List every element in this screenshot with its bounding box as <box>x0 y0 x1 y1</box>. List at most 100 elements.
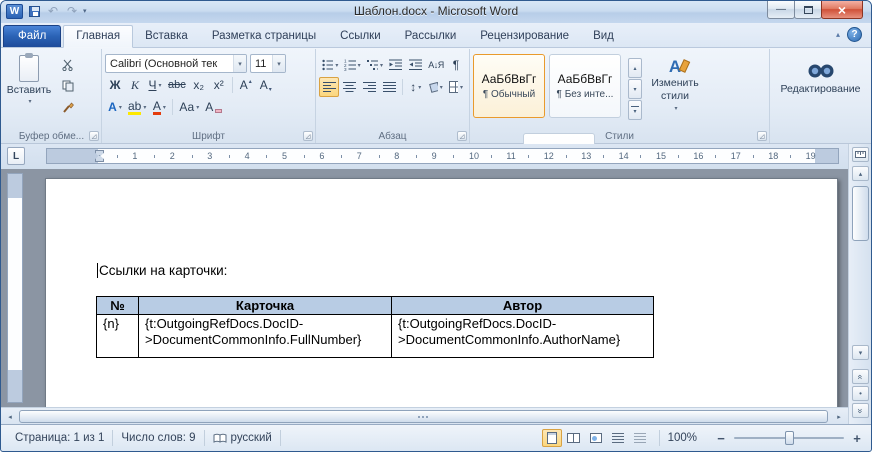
scroll-left-button[interactable]: ◂ <box>2 410 18 423</box>
cut-button[interactable] <box>56 56 80 74</box>
shading-button[interactable]: ▾ <box>426 77 446 97</box>
redo-button[interactable]: ↷ <box>64 3 80 19</box>
table-cell[interactable]: {t:OutgoingRefDocs.DocID->DocumentCommon… <box>392 315 654 358</box>
select-browse-object-button[interactable]: • <box>852 386 869 401</box>
paste-dropdown-icon[interactable]: ▾ <box>28 98 31 105</box>
bullets-button[interactable]: ▾ <box>319 55 341 75</box>
word-app-icon[interactable]: W <box>6 4 23 19</box>
chevron-down-icon[interactable]: ▾ <box>158 82 161 89</box>
underline-button[interactable]: Ч▾ <box>145 75 165 95</box>
format-painter-button[interactable] <box>56 98 80 116</box>
style-no-spacing[interactable]: АаБбВвГг ¶ Без инте... <box>549 54 621 118</box>
web-layout-view-button[interactable] <box>586 429 606 447</box>
zoom-slider-thumb[interactable] <box>785 431 794 445</box>
styles-scroll-up-button[interactable]: ▴ <box>628 58 642 78</box>
chevron-down-icon[interactable]: ▾ <box>440 84 443 91</box>
close-button[interactable]: × <box>821 1 863 19</box>
paste-button[interactable]: Вставить ▾ <box>5 51 53 129</box>
tab-review[interactable]: Рецензирование <box>468 26 581 47</box>
horizontal-scrollbar[interactable]: ◂ ▸ <box>1 407 848 424</box>
undo-button[interactable]: ↶ <box>45 3 61 19</box>
chevron-down-icon[interactable]: ▾ <box>460 84 463 91</box>
zoom-slider[interactable] <box>734 430 844 446</box>
tab-references[interactable]: Ссылки <box>328 26 393 47</box>
page-indicator[interactable]: Страница: 1 из 1 <box>7 432 112 444</box>
shrink-font-button[interactable]: А▾ <box>256 75 276 95</box>
sort-button[interactable]: А↓Я <box>426 55 446 75</box>
fullscreen-reading-view-button[interactable] <box>564 429 584 447</box>
align-right-button[interactable] <box>359 77 379 97</box>
styles-more-button[interactable]: ▾ <box>628 100 642 120</box>
vertical-ruler[interactable] <box>7 173 23 403</box>
align-center-button[interactable] <box>339 77 359 97</box>
numbering-button[interactable]: 123 ▾ <box>341 55 363 75</box>
horizontal-scrollbar-thumb[interactable] <box>19 410 828 423</box>
zoom-level[interactable]: 100% <box>660 432 705 444</box>
copy-button[interactable] <box>56 77 80 95</box>
chevron-down-icon[interactable]: ▾ <box>163 104 166 111</box>
multilevel-list-button[interactable]: ▾ <box>364 55 386 75</box>
scroll-right-button[interactable]: ▸ <box>831 410 847 423</box>
clipboard-dialog-launcher[interactable]: ◿ <box>89 131 99 141</box>
tab-file[interactable]: Файл <box>3 25 61 47</box>
chevron-down-icon[interactable]: ▾ <box>119 104 122 111</box>
print-layout-view-button[interactable] <box>542 429 562 447</box>
vertical-scrollbar-thumb[interactable] <box>852 186 869 241</box>
next-page-button[interactable]: » <box>852 403 869 418</box>
help-button[interactable]: ? <box>847 27 862 42</box>
chevron-down-icon[interactable]: ▾ <box>196 104 199 111</box>
chevron-down-icon[interactable]: ▾ <box>358 62 361 69</box>
italic-button[interactable]: К <box>125 75 145 95</box>
tab-stop-selector[interactable]: L <box>7 147 25 165</box>
chevron-down-icon[interactable]: ▾ <box>418 84 421 91</box>
scroll-down-button[interactable]: ▾ <box>852 345 869 360</box>
tab-mailings[interactable]: Рассылки <box>393 26 469 47</box>
clear-formatting-button[interactable]: А <box>202 97 225 117</box>
show-paragraph-marks-button[interactable]: ¶ <box>446 55 466 75</box>
editing-group-button[interactable]: Редактирование <box>781 51 861 129</box>
chevron-down-icon[interactable]: ▾ <box>335 62 338 69</box>
table-cell[interactable]: {t:OutgoingRefDocs.DocID->DocumentCommon… <box>139 315 392 358</box>
borders-button[interactable]: ▾ <box>446 77 466 97</box>
line-spacing-button[interactable]: ↕▾ <box>406 77 426 97</box>
minimize-ribbon-icon[interactable]: ▴ <box>836 30 840 39</box>
align-left-button[interactable] <box>319 77 339 97</box>
tab-view[interactable]: Вид <box>581 26 626 47</box>
tab-home[interactable]: Главная <box>63 25 133 48</box>
table-cell[interactable]: {n} <box>97 315 139 358</box>
text-effects-button[interactable]: А▾ <box>105 97 125 117</box>
word-count[interactable]: Число слов: 9 <box>113 432 203 444</box>
styles-scroll-down-button[interactable]: ▾ <box>628 79 642 99</box>
highlight-button[interactable]: ab▾ <box>125 97 149 117</box>
tab-page-layout[interactable]: Разметка страницы <box>200 26 328 47</box>
bold-button[interactable]: Ж <box>105 75 125 95</box>
chevron-down-icon[interactable]: ▾ <box>143 104 146 111</box>
increase-indent-button[interactable] <box>406 55 426 75</box>
paragraph-dialog-launcher[interactable]: ◿ <box>457 131 467 141</box>
table-header-cell[interactable]: Карточка <box>139 297 392 315</box>
vertical-scrollbar[interactable]: ▴ ▾ « • » <box>848 144 871 424</box>
language-indicator[interactable]: русский <box>205 432 280 444</box>
document-page[interactable]: Ссылки на карточки: № Карточка Автор {n}… <box>45 178 838 407</box>
subscript-button[interactable]: x₂ <box>189 75 209 95</box>
font-size-select[interactable]: 11 ▾ <box>250 54 286 73</box>
draft-view-button[interactable] <box>630 429 650 447</box>
change-case-button[interactable]: Аа▾ <box>176 97 202 117</box>
tab-insert[interactable]: Вставка <box>133 26 200 47</box>
font-name-select[interactable]: Calibri (Основной тек ▾ <box>105 54 247 73</box>
grow-font-button[interactable]: А▴ <box>236 75 256 95</box>
font-color-button[interactable]: А▾ <box>149 97 169 117</box>
horizontal-ruler[interactable]: 12345678910111213141516171819 <box>46 148 839 164</box>
change-styles-button[interactable]: А Изменить стили ▾ <box>646 51 704 129</box>
scroll-up-button[interactable]: ▴ <box>852 166 869 181</box>
decrease-indent-button[interactable] <box>386 55 406 75</box>
document-area[interactable]: Ссылки на карточки: № Карточка Автор {n}… <box>1 169 848 407</box>
minimize-button[interactable]: — <box>767 1 795 19</box>
maximize-button[interactable] <box>794 1 822 19</box>
save-button[interactable] <box>26 3 42 19</box>
table-header-cell[interactable]: № <box>97 297 139 315</box>
chevron-down-icon[interactable]: ▾ <box>233 55 246 72</box>
chevron-down-icon[interactable]: ▾ <box>380 62 383 69</box>
zoom-out-button[interactable]: − <box>713 431 729 446</box>
justify-button[interactable] <box>379 77 399 97</box>
